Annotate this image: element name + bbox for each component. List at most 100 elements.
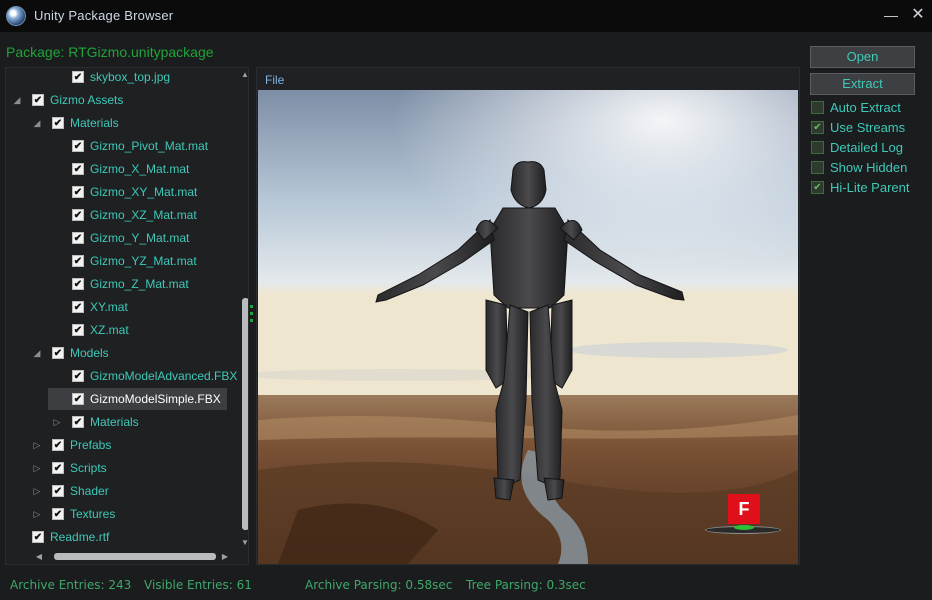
tree-item[interactable]: ✔ Gizmo_X_Mat.mat bbox=[52, 158, 189, 180]
tree-item[interactable]: ✔ Gizmo_XZ_Mat.mat bbox=[52, 204, 197, 226]
tree-item-checkbox[interactable]: ✔ bbox=[72, 71, 84, 83]
tree-item[interactable]: ▷ ✔ Prefabs bbox=[32, 434, 112, 456]
collapse-arrow-icon[interactable]: ▷ bbox=[52, 417, 62, 427]
tree-item-checkbox[interactable]: ✔ bbox=[32, 531, 44, 543]
tree-item[interactable]: ▷ ✔ Shader bbox=[32, 480, 109, 502]
use-streams-option[interactable]: ✔ Use Streams bbox=[811, 119, 905, 135]
minimize-icon[interactable]: — bbox=[882, 6, 900, 24]
tree-item-checkbox[interactable]: ✔ bbox=[72, 140, 84, 152]
hi-lite-parent-checkbox[interactable]: ✔ bbox=[811, 180, 824, 194]
tree-item-checkbox[interactable]: ✔ bbox=[52, 117, 64, 129]
close-icon[interactable]: ✕ bbox=[909, 6, 927, 24]
use-streams-checkbox[interactable]: ✔ bbox=[811, 120, 824, 134]
tree-horizontal-scrollbar[interactable]: ◀ ▶ bbox=[6, 550, 239, 564]
tree-item-label: Gizmo_X_Mat.mat bbox=[90, 162, 190, 176]
tree-item[interactable]: ✔ Gizmo_XY_Mat.mat bbox=[52, 181, 197, 203]
scrollbar-thumb[interactable] bbox=[54, 553, 216, 560]
detailed-log-option[interactable]: Detailed Log bbox=[811, 139, 903, 155]
tree-item[interactable]: ✔ Gizmo_Pivot_Mat.mat bbox=[52, 135, 208, 157]
tree-item-checkbox[interactable]: ✔ bbox=[72, 301, 84, 313]
tree-item-checkbox[interactable]: ✔ bbox=[52, 439, 64, 451]
scroll-up-icon[interactable]: ▲ bbox=[239, 70, 248, 80]
tree-item[interactable]: ✔ Gizmo_Z_Mat.mat bbox=[52, 273, 189, 295]
tree-item-label: Gizmo_Y_Mat.mat bbox=[90, 231, 190, 245]
tree-item[interactable]: ✔ Gizmo_YZ_Mat.mat bbox=[52, 250, 197, 272]
tree-item[interactable]: ✔ Readme.rtf bbox=[12, 526, 109, 548]
tree-item[interactable]: ▷ ✔ Scripts bbox=[32, 457, 107, 479]
auto-extract-option[interactable]: Auto Extract bbox=[811, 99, 901, 115]
tree-item[interactable]: ▷ ✔ Materials bbox=[52, 411, 139, 433]
hi-lite-parent-option[interactable]: ✔ Hi-Lite Parent bbox=[811, 179, 909, 195]
scroll-left-icon[interactable]: ◀ bbox=[34, 552, 44, 562]
tree-item-label: Gizmo_XY_Mat.mat bbox=[90, 185, 198, 199]
tree-item-label: Gizmo Assets bbox=[50, 93, 124, 107]
tree-item-checkbox[interactable]: ✔ bbox=[52, 508, 64, 520]
tree-item-label: Prefabs bbox=[70, 438, 112, 452]
panel-splitter-handle[interactable] bbox=[250, 305, 254, 327]
tree-item[interactable]: ◢ ✔ Materials bbox=[32, 112, 119, 134]
tree-item[interactable]: ◢ ✔ Gizmo Assets bbox=[12, 89, 124, 111]
tree-item-checkbox[interactable]: ✔ bbox=[32, 94, 44, 106]
tree-item-checkbox[interactable]: ✔ bbox=[52, 462, 64, 474]
open-button[interactable]: Open bbox=[810, 46, 915, 68]
expand-arrow-icon[interactable]: ◢ bbox=[32, 118, 42, 128]
tree-item-checkbox[interactable]: ✔ bbox=[72, 370, 84, 382]
scroll-right-icon[interactable]: ▶ bbox=[220, 552, 230, 562]
tree-item-checkbox[interactable]: ✔ bbox=[52, 485, 64, 497]
tree-vertical-scrollbar[interactable]: ▲ ▼ bbox=[239, 68, 248, 550]
hi-lite-parent-label: Hi-Lite Parent bbox=[830, 179, 910, 195]
use-streams-label: Use Streams bbox=[830, 119, 906, 135]
window-title: Unity Package Browser bbox=[34, 8, 174, 23]
tree-item-checkbox[interactable]: ✔ bbox=[72, 278, 84, 290]
tree-item[interactable]: ✔ GizmoModelAdvanced.FBX bbox=[52, 365, 237, 387]
tree-item-label: Materials bbox=[90, 415, 139, 429]
scroll-down-icon[interactable]: ▼ bbox=[239, 538, 248, 548]
package-tree[interactable]: ✔ skybox_top.jpg ◢ ✔ Gizmo Assets ◢ ✔ Materials… bbox=[5, 67, 249, 565]
expand-arrow-icon[interactable]: ◢ bbox=[12, 95, 22, 105]
archive-parsing-status: Archive Parsing: 0.58sec bbox=[305, 578, 453, 592]
tree-item-checkbox[interactable]: ✔ bbox=[72, 393, 84, 405]
tree-item[interactable]: ✔ XY.mat bbox=[52, 296, 128, 318]
preview-panel: File F bbox=[256, 67, 800, 565]
tree-item-checkbox[interactable]: ✔ bbox=[72, 324, 84, 336]
tree-item-label: XY.mat bbox=[90, 300, 128, 314]
auto-extract-label: Auto Extract bbox=[830, 99, 901, 115]
tree-item[interactable]: ✔ Gizmo_Y_Mat.mat bbox=[52, 227, 189, 249]
collapse-arrow-icon[interactable]: ▷ bbox=[32, 463, 42, 473]
tree-item-checkbox[interactable]: ✔ bbox=[72, 163, 84, 175]
tree-parsing-status: Tree Parsing: 0.3sec bbox=[466, 578, 586, 592]
tree-item[interactable]: ✔ GizmoModelSimple.FBX bbox=[48, 388, 227, 410]
scrollbar-thumb[interactable] bbox=[242, 298, 248, 530]
file-menu[interactable]: File bbox=[265, 73, 284, 87]
gizmo-green-marker bbox=[734, 525, 754, 530]
collapse-arrow-icon[interactable]: ▷ bbox=[32, 509, 42, 519]
tree-item[interactable]: ✔ XZ.mat bbox=[52, 319, 129, 341]
model-viewport[interactable]: F bbox=[258, 90, 798, 564]
tree-item-checkbox[interactable]: ✔ bbox=[52, 347, 64, 359]
tree-item-checkbox[interactable]: ✔ bbox=[72, 232, 84, 244]
extract-button[interactable]: Extract bbox=[810, 73, 915, 95]
tree-item-checkbox[interactable]: ✔ bbox=[72, 255, 84, 267]
tree-item-label: GizmoModelSimple.FBX bbox=[90, 392, 221, 406]
tree-item-checkbox[interactable]: ✔ bbox=[72, 416, 84, 428]
expand-arrow-icon[interactable]: ◢ bbox=[32, 348, 42, 358]
show-hidden-checkbox[interactable] bbox=[811, 160, 824, 174]
tree-item-checkbox[interactable]: ✔ bbox=[72, 209, 84, 221]
collapse-arrow-icon[interactable]: ▷ bbox=[32, 486, 42, 496]
tree-item[interactable]: ◢ ✔ Models bbox=[32, 342, 109, 364]
collapse-arrow-icon[interactable]: ▷ bbox=[32, 440, 42, 450]
tree-item[interactable]: ▷ ✔ Textures bbox=[32, 503, 116, 525]
tree-item[interactable]: ✔ skybox_top.jpg bbox=[52, 68, 170, 88]
detailed-log-checkbox[interactable] bbox=[811, 140, 824, 154]
tree-item-checkbox[interactable]: ✔ bbox=[72, 186, 84, 198]
auto-extract-checkbox[interactable] bbox=[811, 100, 824, 114]
show-hidden-option[interactable]: Show Hidden bbox=[811, 159, 907, 175]
